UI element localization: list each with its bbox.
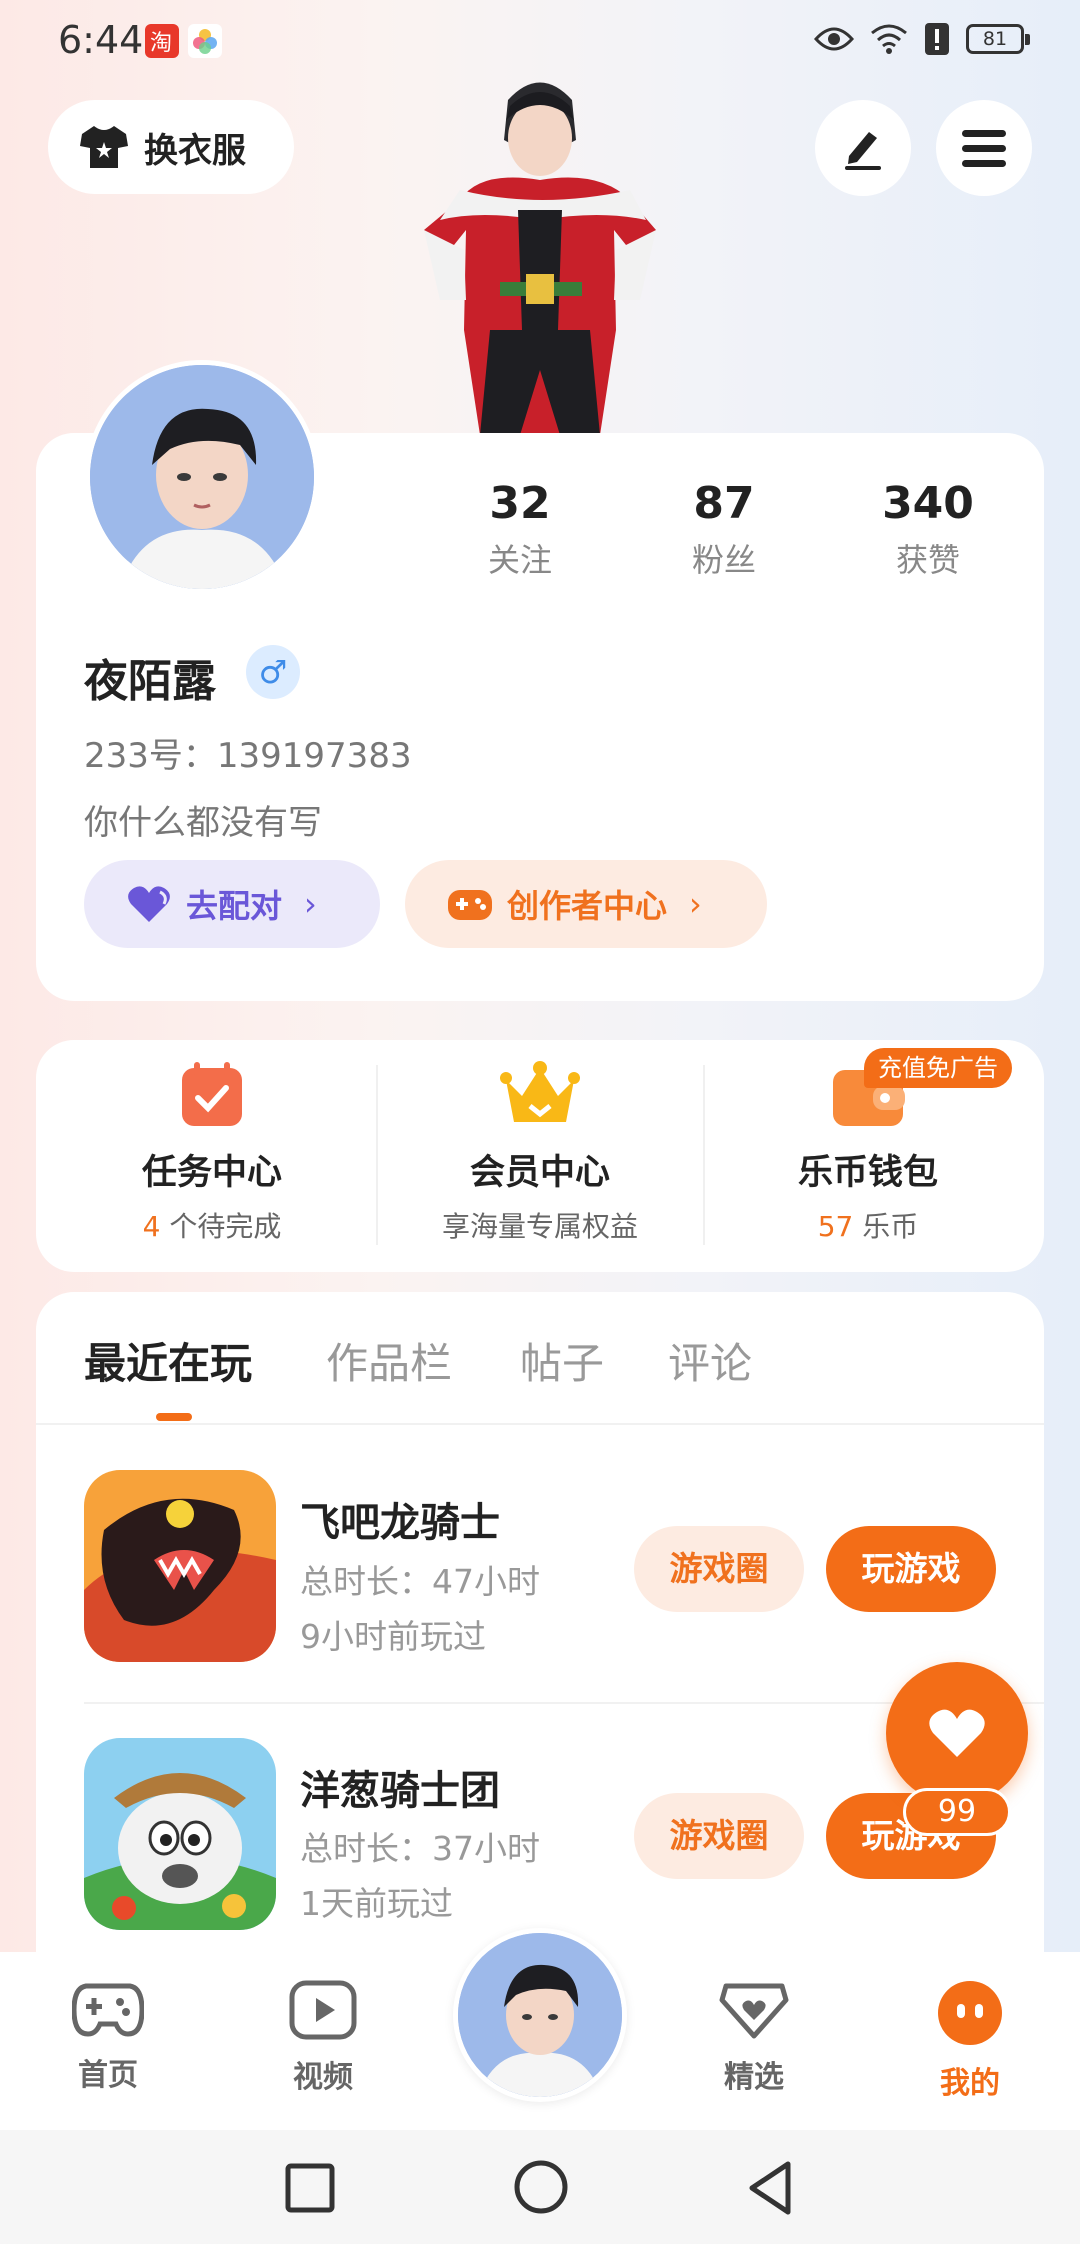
nav-featured-label: 精选 — [724, 2060, 784, 2095]
divider — [36, 1423, 1044, 1425]
username: 夜陌露 — [84, 656, 216, 707]
wallet-title: 乐币钱包 — [797, 1153, 938, 1193]
vip-center-title: 会员中心 — [469, 1153, 610, 1193]
change-outfit-label: 换衣服 — [144, 130, 246, 171]
nav-featured[interactable]: 精选 — [674, 1980, 834, 2096]
nav-mine-label: 我的 — [940, 2066, 1000, 2101]
taobao-app-icon: 淘 — [145, 24, 179, 58]
gamepad-icon — [71, 1983, 145, 2037]
game-icon-onion-knights[interactable] — [84, 1738, 276, 1930]
nav-video-label: 视频 — [293, 2060, 353, 2095]
avatar[interactable] — [85, 360, 319, 594]
vip-center-item[interactable]: 会员中心 享海量专属权益 — [390, 1060, 690, 1245]
divider — [376, 1065, 378, 1245]
stat-likes[interactable]: 340 获赞 — [838, 478, 1018, 581]
task-center-title: 任务中心 — [141, 1153, 282, 1193]
nav-video[interactable]: 视频 — [243, 1980, 403, 2096]
tab-posts[interactable]: 帖子 — [520, 1330, 604, 1391]
crown-icon — [500, 1061, 580, 1122]
calendar-check-icon — [182, 1062, 242, 1126]
stat-followers[interactable]: 87 粉丝 — [634, 478, 814, 581]
tab-works[interactable]: 作品栏 — [326, 1330, 452, 1391]
nav-home-label: 首页 — [78, 2058, 138, 2093]
stat-following[interactable]: 32 关注 — [430, 478, 610, 581]
change-outfit-button[interactable]: 换衣服 — [48, 100, 294, 194]
tab-indicator — [156, 1413, 192, 1421]
game-duration: 总时长：47小时 — [300, 1562, 540, 1601]
game-name: 飞吧龙骑士 — [300, 1500, 500, 1546]
edit-icon — [845, 132, 881, 170]
stat-followers-value: 87 — [693, 478, 755, 529]
tab-comments[interactable]: 评论 — [668, 1330, 752, 1391]
stat-following-label: 关注 — [487, 541, 552, 579]
edit-button[interactable] — [815, 100, 911, 196]
creator-center-button[interactable]: 创作者中心 › — [405, 860, 767, 948]
match-label: 去配对 — [186, 887, 283, 925]
match-button[interactable]: 去配对 › — [84, 860, 380, 948]
photos-app-icon — [188, 24, 222, 58]
wifi-icon — [871, 24, 907, 54]
game-icon-dragon-knight[interactable] — [84, 1470, 276, 1662]
vip-center-sub: 享海量专属权益 — [441, 1210, 638, 1243]
back-button[interactable] — [744, 2160, 796, 2216]
nav-home[interactable]: 首页 — [28, 1980, 188, 2094]
male-gender-icon: ♂ — [246, 645, 300, 699]
menu-icon — [962, 130, 1006, 167]
favorite-count-badge: 99 — [903, 1788, 1011, 1836]
avatar-character-image[interactable] — [400, 70, 680, 435]
task-center-item[interactable]: 任务中心 4 个待完成 — [62, 1060, 362, 1245]
recharge-badge: 充值免广告 — [864, 1048, 1012, 1088]
nav-center-avatar[interactable] — [453, 1928, 627, 2102]
gamepad-icon — [448, 890, 492, 920]
game-circle-button[interactable]: 游戏圈 — [634, 1793, 804, 1879]
home-button[interactable] — [512, 2158, 570, 2216]
heart-icon — [929, 1709, 985, 1757]
nav-mine[interactable]: 我的 — [890, 1980, 1050, 2102]
stat-following-value: 32 — [489, 478, 551, 529]
stat-likes-value: 340 — [882, 478, 974, 529]
game-name: 洋葱骑士团 — [300, 1768, 500, 1814]
tab-recent[interactable]: 最近在玩 — [84, 1330, 252, 1391]
wallet-sub: 57 乐币 — [817, 1210, 919, 1243]
chevron-right-icon: › — [304, 885, 317, 923]
heart-icon — [128, 886, 170, 922]
status-time: 6:44 — [58, 18, 144, 62]
alert-icon — [925, 23, 949, 55]
floating-favorite-button[interactable] — [886, 1662, 1028, 1804]
profile-face-icon — [938, 1981, 1002, 2045]
stat-likes-label: 获赞 — [895, 541, 960, 579]
play-game-button[interactable]: 玩游戏 — [826, 1526, 996, 1612]
menu-button[interactable] — [936, 100, 1032, 196]
video-icon — [289, 1980, 357, 2040]
chevron-right-icon: › — [689, 885, 702, 923]
tshirt-icon — [80, 126, 128, 168]
user-bio: 你什么都没有写 — [84, 803, 322, 843]
task-center-sub: 4 个待完成 — [142, 1210, 282, 1243]
divider — [703, 1065, 705, 1245]
creator-center-label: 创作者中心 — [507, 887, 668, 925]
heart-badge-icon — [719, 1983, 789, 2039]
status-icons: 81 — [814, 22, 1030, 56]
game-circle-button[interactable]: 游戏圈 — [634, 1526, 804, 1612]
stat-followers-label: 粉丝 — [691, 541, 756, 579]
user-id: 233号：139197383 — [84, 736, 412, 776]
svg-text:淘: 淘 — [150, 31, 172, 56]
eye-icon — [814, 27, 854, 51]
battery-icon: 81 — [966, 24, 1030, 54]
game-last-played: 9小时前玩过 — [300, 1617, 486, 1656]
game-last-played: 1天前玩过 — [300, 1884, 453, 1923]
recent-apps-button[interactable] — [284, 2162, 336, 2214]
game-duration: 总时长：37小时 — [300, 1829, 540, 1868]
